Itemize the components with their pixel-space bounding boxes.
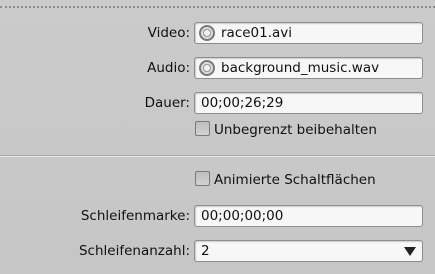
video-label: Video: bbox=[147, 25, 190, 41]
properties-panel: Video: race01.avi Audio: background_musi… bbox=[0, 0, 435, 274]
schleifenmarke-field[interactable]: 00;00;00;00 bbox=[194, 205, 423, 227]
section-divider bbox=[0, 155, 435, 157]
audio-label: Audio: bbox=[147, 60, 190, 76]
top-dotted-edge bbox=[0, 6, 435, 8]
audio-field[interactable]: background_music.wav bbox=[194, 57, 423, 79]
dauer-label: Dauer: bbox=[144, 95, 190, 111]
animiert-row[interactable]: Animierte Schaltflächen bbox=[195, 170, 376, 190]
video-field[interactable]: race01.avi bbox=[194, 22, 423, 44]
unbegrenzt-label: Unbegrenzt beibehalten bbox=[214, 122, 377, 138]
schleifenanzahl-value: 2 bbox=[201, 243, 210, 259]
schleifenanzahl-select[interactable]: 2 bbox=[194, 240, 423, 262]
unbegrenzt-checkbox[interactable] bbox=[195, 121, 210, 136]
unbegrenzt-row[interactable]: Unbegrenzt beibehalten bbox=[195, 120, 377, 140]
media-file-icon[interactable] bbox=[199, 60, 215, 76]
dauer-value: 00;00;26;29 bbox=[201, 95, 284, 111]
media-file-icon[interactable] bbox=[199, 25, 215, 41]
schleifenmarke-value: 00;00;00;00 bbox=[201, 208, 284, 224]
dropdown-arrow-icon[interactable] bbox=[404, 247, 416, 256]
dauer-field[interactable]: 00;00;26;29 bbox=[194, 92, 423, 114]
schleifenanzahl-label: Schleifenanzahl: bbox=[78, 243, 190, 259]
video-value: race01.avi bbox=[221, 25, 293, 41]
animiert-label: Animierte Schaltflächen bbox=[214, 172, 376, 188]
animiert-checkbox[interactable] bbox=[195, 171, 210, 186]
audio-value: background_music.wav bbox=[221, 60, 380, 76]
schleifenmarke-label: Schleifenmarke: bbox=[80, 208, 190, 224]
